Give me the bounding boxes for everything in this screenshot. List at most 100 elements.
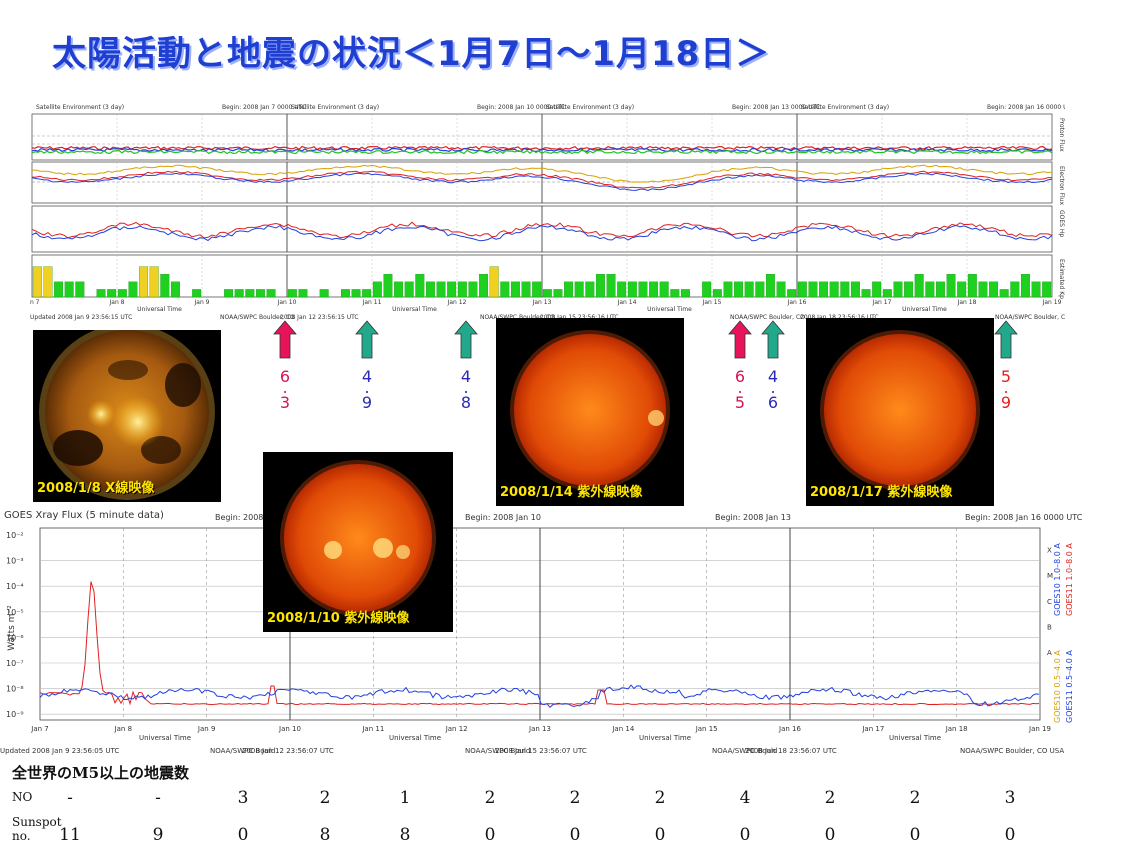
kp-bar bbox=[999, 289, 1009, 298]
kp-bar bbox=[521, 281, 531, 298]
kp-bar bbox=[872, 281, 882, 298]
panel-header-title: Satellite Environment (3 day) bbox=[36, 104, 124, 111]
sunspot-count-cell: 0 bbox=[824, 825, 836, 845]
x-tick-label: Jan 8 bbox=[109, 299, 125, 306]
kp-bar bbox=[638, 281, 648, 298]
up-arrow-icon bbox=[994, 320, 1018, 360]
kp-bar bbox=[54, 281, 64, 298]
x-tick-label: Jan 15 bbox=[702, 299, 722, 306]
x-tick-label: Jan 17 bbox=[872, 299, 892, 306]
magnitude-decimal: 5 bbox=[734, 393, 746, 412]
kp-bar bbox=[1042, 281, 1052, 298]
kp-bar bbox=[372, 281, 382, 298]
kp-bar bbox=[192, 289, 202, 298]
x-tick-label: Jan 10 bbox=[278, 725, 301, 733]
x-tick-label: Jan 7 bbox=[30, 725, 48, 733]
kp-bar bbox=[415, 274, 425, 298]
x-tick-label: Jan 19 bbox=[1028, 725, 1051, 733]
updated-text: 2008 Jan 18 23:56:07 UTC bbox=[745, 747, 837, 755]
legend-entry: GOES11 1.0–8.0 A bbox=[1065, 543, 1074, 616]
band-right-label: Estimated Kp bbox=[1058, 259, 1065, 299]
kp-bar bbox=[627, 281, 637, 298]
xray-begin: Begin: 2008 bbox=[215, 513, 263, 522]
earthquake-count-cell: 3 bbox=[1004, 788, 1016, 808]
kp-bar bbox=[457, 281, 467, 298]
kp-bar bbox=[957, 281, 967, 298]
magnitude-decimal: 9 bbox=[1000, 393, 1012, 412]
kp-bar bbox=[893, 281, 903, 298]
kp-bar bbox=[574, 281, 584, 298]
earthquake-magnitude-label: 6.5 bbox=[730, 366, 750, 414]
kp-bar bbox=[489, 266, 499, 298]
sunspot-count-cell: 0 bbox=[569, 825, 581, 845]
y-tick-label: 10⁻⁷ bbox=[6, 659, 24, 668]
kp-bar bbox=[978, 281, 988, 298]
up-arrow-icon bbox=[761, 320, 785, 360]
kp-bar bbox=[712, 289, 722, 298]
sunspot-count-cell: 11 bbox=[59, 825, 81, 845]
earthquake-count-cell: 2 bbox=[909, 788, 921, 808]
kp-bar bbox=[298, 289, 308, 298]
sunspot-count-cell: 9 bbox=[152, 825, 164, 845]
arrow-shape bbox=[273, 320, 297, 359]
x-axis-label: Universal Time bbox=[392, 306, 437, 313]
kp-bar bbox=[234, 289, 244, 298]
updated-text: Updated 2008 Jan 9 23:56:05 UTC bbox=[0, 747, 119, 755]
kp-bar bbox=[224, 289, 234, 298]
kp-bar bbox=[882, 289, 892, 298]
flare-class-label: B bbox=[1047, 623, 1052, 631]
xray-flux-panel: GOES Xray Flux (5 minute data) Begin: 200… bbox=[0, 508, 1095, 758]
x-tick-label: Jan 18 bbox=[957, 299, 977, 306]
kp-bar bbox=[404, 281, 414, 298]
x-tick-label: Jan 12 bbox=[445, 725, 468, 733]
kp-bar bbox=[914, 274, 924, 298]
x-tick-label: Jan 9 bbox=[197, 725, 215, 733]
kp-bar bbox=[500, 281, 510, 298]
y-tick-label: 10⁻⁸ bbox=[6, 685, 24, 694]
x-axis-label: Universal Time bbox=[889, 734, 941, 742]
kp-bar bbox=[117, 289, 127, 298]
arrow-shape bbox=[761, 320, 785, 359]
kp-bar bbox=[43, 266, 53, 298]
x-tick-label: Jan 11 bbox=[361, 725, 384, 733]
kp-bar bbox=[819, 281, 829, 298]
kp-bar bbox=[139, 266, 149, 298]
kp-bar bbox=[479, 274, 489, 298]
kp-bar bbox=[659, 281, 669, 298]
kp-bar bbox=[840, 281, 850, 298]
sun-image-uv-jan10: 2008/1/10 紫外線映像 bbox=[263, 452, 453, 632]
kp-bar bbox=[425, 281, 435, 298]
earthquake-magnitude-label: 4.9 bbox=[357, 366, 377, 414]
kp-bar bbox=[383, 274, 393, 298]
earthquake-count-cell: 3 bbox=[237, 788, 249, 808]
kp-bar bbox=[1010, 281, 1020, 298]
x-tick-label: Jan 11 bbox=[362, 299, 382, 306]
panel-header-title: Satellite Environment (3 day) bbox=[546, 104, 634, 111]
kp-bar bbox=[606, 274, 616, 298]
kp-bar bbox=[319, 289, 329, 298]
sun-image-xray-jan8: 2008/1/8 X線映像 bbox=[33, 330, 221, 502]
sunspot-count-cell: 8 bbox=[399, 825, 411, 845]
y-tick-label: 10⁻⁹ bbox=[6, 710, 24, 719]
x-tick-label: Jan 19 bbox=[1042, 299, 1062, 306]
legend-entry: GOES11 0.5–4.0 A bbox=[1065, 650, 1074, 723]
y-tick-label: 10⁻² bbox=[6, 531, 24, 540]
kp-bar bbox=[287, 289, 297, 298]
kp-bar bbox=[362, 289, 372, 298]
kp-bar bbox=[266, 289, 276, 298]
legend-entry: GOES10 0.5–4.0 A bbox=[1053, 650, 1062, 723]
band-right-label: Electron Flux bbox=[1058, 166, 1065, 205]
magnitude-decimal: 6 bbox=[767, 393, 779, 412]
up-arrow-icon bbox=[454, 320, 478, 360]
kp-bar bbox=[649, 281, 659, 298]
earthquake-count-cell: 2 bbox=[569, 788, 581, 808]
sunspot-count-cell: 0 bbox=[654, 825, 666, 845]
earthquake-magnitude-label: 6.3 bbox=[275, 366, 295, 414]
kp-bar bbox=[967, 274, 977, 298]
up-arrow-icon bbox=[355, 320, 379, 360]
kp-bar bbox=[436, 281, 446, 298]
arrow-shape bbox=[454, 320, 478, 359]
sun-image-caption: 2008/1/10 紫外線映像 bbox=[267, 611, 410, 626]
sun-image-uv-jan17: 2008/1/17 紫外線映像 bbox=[806, 318, 994, 506]
band-right-label: Proton Flux bbox=[1058, 118, 1065, 152]
